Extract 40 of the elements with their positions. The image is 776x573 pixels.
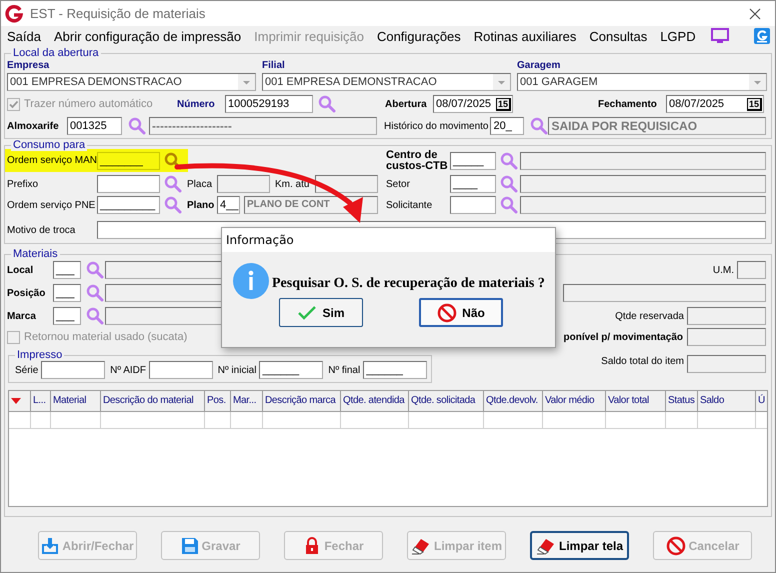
field-label: Marca [7,310,37,322]
field-label: Histórico do movimento [384,120,488,132]
field-label: Motivo de troca [7,224,76,236]
field-label: Filial [262,59,285,72]
field-label: Ordem serviço MAN [7,154,97,167]
field-label: Saldo total do item [601,355,684,368]
field-label: Nº inicial [218,364,256,376]
field-label: Almoxarife [7,120,60,132]
description-field: SAIDA POR REQUISICAO [548,117,766,135]
field-label: Empresa [7,59,50,72]
field-label: Plano [187,198,216,212]
description-field: -------------------- [149,117,377,135]
checkbox-label: Trazer número automático [24,98,153,110]
group-title: Materiais [11,248,60,260]
field-label: Prefixo [7,178,40,190]
field-label: Abertura [385,98,428,110]
field-label: Placa [187,178,214,190]
field-label: Km. atu [275,178,310,190]
group-title: Consumo para [11,139,88,151]
checkbox-label: Retornou material usado (sucata) [24,331,188,343]
group-title: Local da abertura [11,47,101,59]
field-label: Nº AIDF [110,364,146,376]
field-label: Ordem serviço PNE [7,198,96,212]
field-label: Garagem [517,59,560,72]
field-label: Qtde reservada [615,310,684,322]
field-label: Fechamento [598,98,658,110]
dialog-message: Pesquisar O. S. de recuperação de materiais ? [272,276,545,292]
field-label: ponível p/ movimentação [564,330,683,344]
field-label: Centro de custos-CTB [386,150,449,172]
field-label: Local [7,264,34,276]
field-label: Nº final [328,364,360,376]
field-label: U.M. [712,264,734,276]
group-title: Impresso [15,349,64,361]
field-label: Solicitante [386,198,434,212]
dialog-title: Informação [222,228,555,252]
field-label: Série [15,364,38,376]
field-label: Número [177,98,216,110]
window-title: EST - Requisição de materiais [30,6,206,21]
field-label: Setor [386,178,411,190]
field-label: Posição [7,286,46,300]
